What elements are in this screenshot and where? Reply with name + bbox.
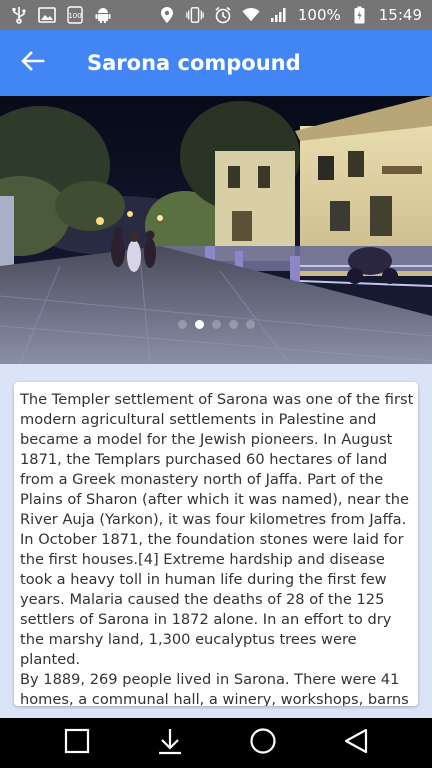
nav-back-button[interactable] xyxy=(334,721,378,765)
android-icon xyxy=(94,6,112,24)
location-icon xyxy=(158,6,176,24)
article-text: The Templer settlement of Sarona was one… xyxy=(20,391,414,706)
status-right: 100% 15:49 xyxy=(158,6,422,24)
status-left: 100 xyxy=(10,6,112,24)
vibrate-icon xyxy=(186,6,204,24)
clock-time: 15:49 xyxy=(378,6,422,24)
status-bar: 100 100% 15:49 xyxy=(0,0,432,30)
content-area: The Templer settlement of Sarona was one… xyxy=(0,364,432,718)
wifi-icon xyxy=(242,6,260,24)
recents-icon xyxy=(64,728,90,758)
alarm-icon xyxy=(214,6,232,24)
image-icon xyxy=(38,6,56,24)
app-bar: Sarona compound xyxy=(0,30,432,96)
article-card[interactable]: The Templer settlement of Sarona was one… xyxy=(14,382,418,706)
back-button[interactable] xyxy=(0,30,66,96)
page-title: Sarona compound xyxy=(87,51,301,75)
battery-percent: 100% xyxy=(297,6,341,24)
pager-dot[interactable] xyxy=(245,320,255,329)
battery-icon xyxy=(351,6,369,24)
gallery-pager xyxy=(0,320,432,329)
download-button[interactable] xyxy=(148,721,192,765)
recents-button[interactable] xyxy=(55,721,99,765)
arrow-back-icon xyxy=(21,51,45,75)
image-gallery[interactable] xyxy=(0,96,432,364)
home-button[interactable] xyxy=(241,721,285,765)
pager-dot-active[interactable] xyxy=(194,320,204,329)
back-icon xyxy=(343,727,369,759)
system-nav-bar xyxy=(0,718,432,768)
download-icon xyxy=(157,727,183,759)
home-icon xyxy=(249,727,277,759)
notification-100-icon: 100 xyxy=(66,6,84,24)
pager-dot[interactable] xyxy=(228,320,238,329)
pager-dot[interactable] xyxy=(211,320,221,329)
pager-dot[interactable] xyxy=(177,320,187,329)
usb-icon xyxy=(10,6,28,24)
signal-icon xyxy=(270,6,288,24)
svg-text:100: 100 xyxy=(68,12,81,20)
